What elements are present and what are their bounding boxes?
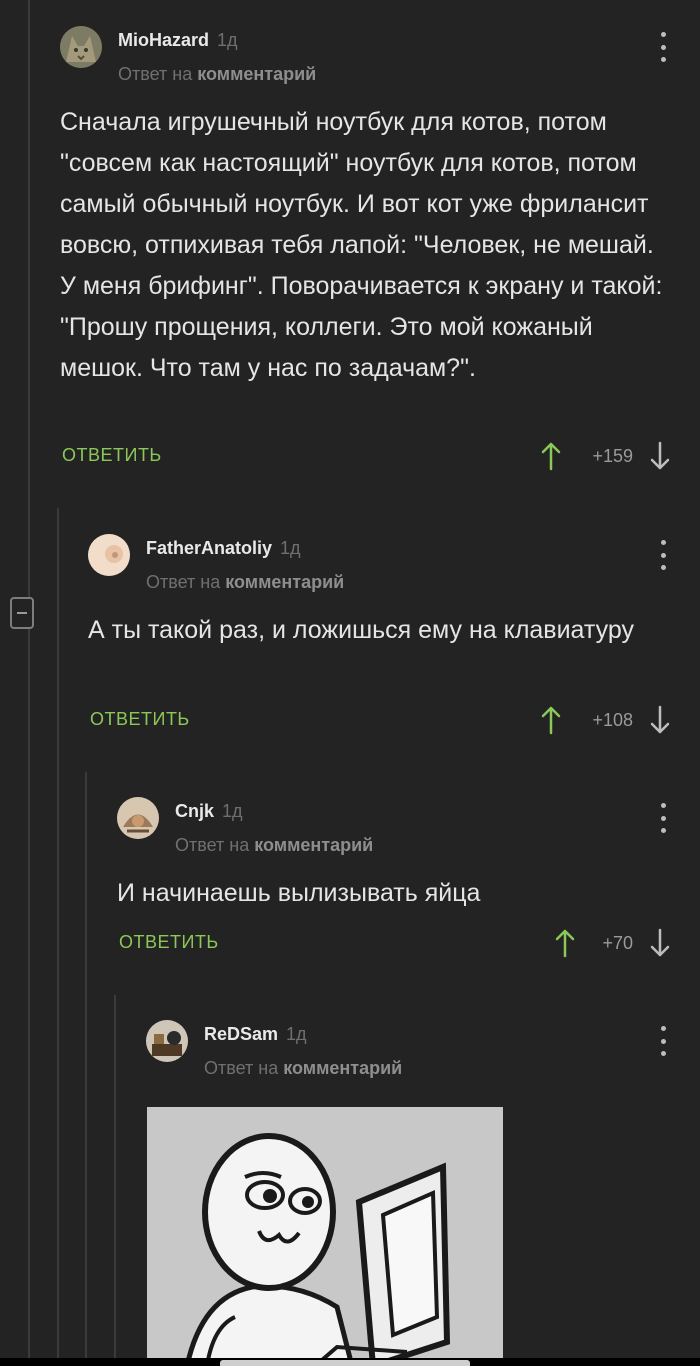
- comment-age: 1д: [280, 538, 301, 558]
- reply-to-link[interactable]: комментарий: [254, 835, 373, 855]
- reply-to-label: Ответ на комментарий: [118, 64, 317, 84]
- thread-line-level-2: [57, 508, 59, 1366]
- comment-header: ReDSam 1д Ответ на комментарий: [146, 1020, 676, 1080]
- vote-score: +70: [602, 933, 633, 953]
- avatar[interactable]: [117, 797, 159, 839]
- comment-author[interactable]: FatherAnatoliy 1д: [146, 538, 301, 559]
- avatar[interactable]: [60, 26, 102, 68]
- more-vertical-icon[interactable]: [658, 1026, 668, 1056]
- comment-age: 1д: [286, 1024, 307, 1044]
- reply-to-link[interactable]: комментарий: [197, 64, 316, 84]
- more-vertical-icon[interactable]: [658, 540, 668, 570]
- reply-button[interactable]: ОТВЕТИТЬ: [119, 932, 219, 953]
- avatar[interactable]: [88, 534, 130, 576]
- more-vertical-icon[interactable]: [658, 803, 668, 833]
- comment-header: FatherAnatoliy 1д Ответ на комментарий: [88, 534, 678, 594]
- avatar[interactable]: [146, 1020, 188, 1062]
- arrow-down-icon[interactable]: [648, 705, 672, 735]
- reply-to-label: Ответ на комментарий: [204, 1058, 403, 1078]
- comment-author[interactable]: ReDSam 1д: [204, 1024, 307, 1045]
- arrow-down-icon[interactable]: [648, 441, 672, 471]
- reply-button[interactable]: ОТВЕТИТЬ: [90, 709, 190, 730]
- reply-to-link[interactable]: комментарий: [225, 572, 344, 592]
- reply-to-label: Ответ на комментарий: [175, 835, 374, 855]
- comment-header: Cnjk 1д Ответ на комментарий: [117, 797, 677, 857]
- more-vertical-icon[interactable]: [658, 32, 668, 62]
- vote-score: +159: [592, 446, 633, 466]
- comment-text: И начинаешь вылизывать яйца: [117, 879, 481, 907]
- reply-to-link[interactable]: комментарий: [283, 1058, 402, 1078]
- vote-score: +108: [592, 710, 633, 730]
- comment-author[interactable]: MioHazard 1д: [118, 30, 238, 51]
- comment-image-meme[interactable]: [147, 1107, 503, 1366]
- home-indicator[interactable]: [220, 1360, 470, 1366]
- comment-text: А ты такой раз, и ложишься ему на клавиа…: [88, 616, 634, 644]
- thread-line-level-4: [114, 995, 116, 1366]
- arrow-up-icon[interactable]: [539, 705, 563, 735]
- comment-author[interactable]: Cnjk 1д: [175, 801, 243, 822]
- collapse-thread-button[interactable]: [10, 597, 34, 629]
- comment-text: Сначала игрушечный ноутбук для котов, по…: [60, 108, 663, 382]
- comment-age: 1д: [217, 30, 238, 50]
- reply-to-label: Ответ на комментарий: [146, 572, 345, 592]
- reply-button[interactable]: ОТВЕТИТЬ: [62, 445, 162, 466]
- comment-header: MioHazard 1д Ответ на комментарий: [60, 26, 680, 86]
- thread-line-level-3: [85, 772, 87, 1366]
- arrow-up-icon[interactable]: [539, 441, 563, 471]
- comment-age: 1д: [222, 801, 243, 821]
- thread-line-level-1: [28, 0, 30, 1366]
- arrow-down-icon[interactable]: [648, 928, 672, 958]
